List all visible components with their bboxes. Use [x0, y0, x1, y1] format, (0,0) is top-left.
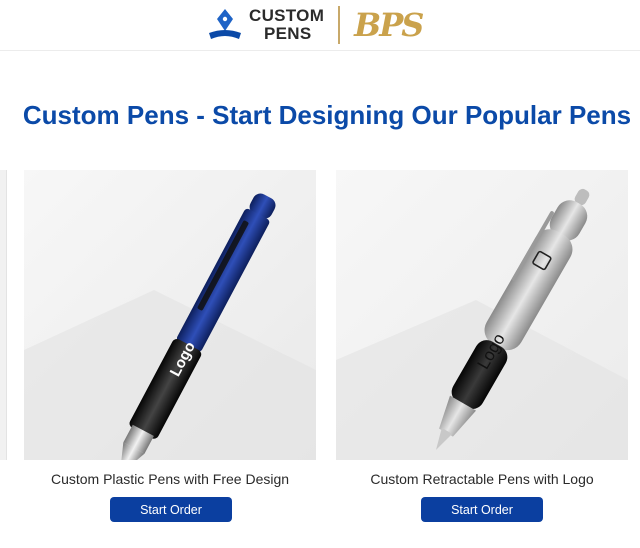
product-caption-plastic[interactable]: Custom Plastic Pens with Free Design	[24, 471, 316, 487]
product-caption-retractable[interactable]: Custom Retractable Pens with Logo	[336, 471, 628, 487]
product-image-retractable-pen[interactable]: Logo	[336, 170, 628, 460]
partner-logo: BPS	[354, 6, 424, 44]
logo-divider	[338, 6, 341, 44]
start-order-button-plastic[interactable]: Start Order	[110, 497, 232, 522]
logo-line-1: CUSTOM	[249, 6, 325, 25]
logo-line-2: PENS	[264, 24, 312, 43]
logo-wordmark: CUSTOM PENS	[249, 7, 324, 43]
start-order-button-retractable[interactable]: Start Order	[421, 497, 543, 522]
previous-card-edge	[0, 170, 7, 460]
page-title: Custom Pens - Start Designing Our Popula…	[22, 100, 632, 130]
product-image-plastic-pen[interactable]: Logo	[24, 170, 316, 460]
pen-nib-logo-icon	[205, 7, 245, 43]
brand-logo[interactable]: CUSTOM PENS BPS	[205, 4, 424, 46]
product-card-plastic[interactable]: Logo	[24, 170, 316, 460]
product-card-retractable[interactable]: Logo	[336, 170, 628, 460]
site-header: CUSTOM PENS BPS	[0, 0, 640, 51]
